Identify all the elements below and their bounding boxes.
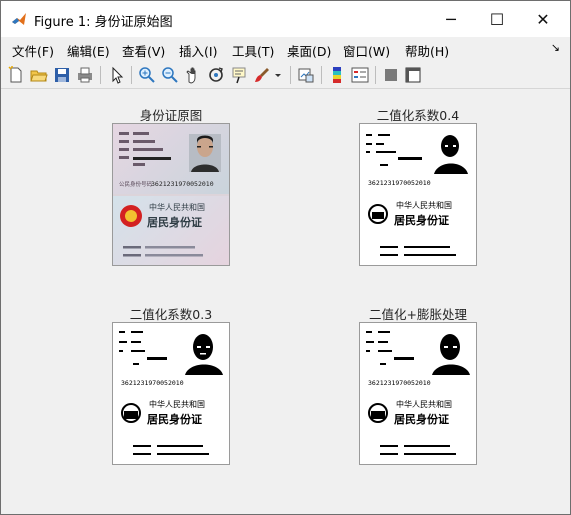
figure-toolbar bbox=[1, 61, 570, 89]
menu-overflow-arrow[interactable]: ↘ bbox=[551, 41, 560, 54]
svg-text:中华人民共和国: 中华人民共和国 bbox=[149, 399, 205, 409]
subplot-title-binary-04: 二值化系数0.4 bbox=[376, 108, 460, 123]
menu-desktop[interactable]: 桌面(D) bbox=[287, 41, 331, 60]
svg-text:中华人民共和国: 中华人民共和国 bbox=[149, 202, 205, 212]
maximize-button[interactable]: ☐ bbox=[474, 1, 520, 37]
subplot-title-dilated: 二值化+膨胀处理 bbox=[369, 307, 467, 322]
title-bar[interactable]: Figure 1: 身份证原始图 ─ ☐ ✕ bbox=[1, 1, 570, 37]
subplot-dilated-image[interactable]: 3621231970052010 中华人民共和国 居民身份证 bbox=[359, 322, 477, 465]
zoom-out-icon[interactable] bbox=[161, 66, 179, 84]
toolbar-separator bbox=[321, 66, 322, 84]
svg-text:3621231970052010: 3621231970052010 bbox=[368, 179, 431, 187]
svg-text:中华人民共和国: 中华人民共和国 bbox=[396, 399, 452, 409]
menu-help[interactable]: 帮助(H) bbox=[405, 41, 449, 60]
id-card-back-dilated: 中华人民共和国 居民身份证 bbox=[360, 395, 476, 464]
subplot-binary-04-image[interactable]: 3621231970052010 中华人民共和国 居民身份证 bbox=[359, 123, 477, 266]
svg-text:3621231970052010: 3621231970052010 bbox=[121, 379, 184, 387]
svg-text:中华人民共和国: 中华人民共和国 bbox=[396, 200, 452, 210]
legend-icon[interactable] bbox=[351, 66, 369, 84]
menu-edit[interactable]: 编辑(E) bbox=[67, 41, 110, 60]
menu-tools[interactable]: 工具(T) bbox=[232, 41, 274, 60]
data-cursor-icon[interactable] bbox=[230, 66, 248, 84]
subplot-title-binary-03: 二值化系数0.3 bbox=[129, 307, 213, 322]
minimize-button[interactable]: ─ bbox=[428, 1, 474, 37]
id-card-front-dilated: 3621231970052010 bbox=[360, 323, 476, 393]
brush-icon[interactable] bbox=[253, 66, 271, 84]
open-file-icon[interactable] bbox=[30, 66, 48, 84]
svg-text:居民身份证: 居民身份证 bbox=[147, 215, 202, 229]
menu-window[interactable]: 窗口(W) bbox=[343, 41, 390, 60]
id-card-back-binary: 中华人民共和国 居民身份证 bbox=[113, 395, 229, 464]
pan-icon[interactable] bbox=[184, 66, 202, 84]
figure-window: Figure 1: 身份证原始图 ─ ☐ ✕ 文件(F) 编辑(E) 查看(V)… bbox=[0, 0, 571, 515]
window-title: Figure 1: 身份证原始图 bbox=[34, 15, 173, 30]
id-card-front-binary: 3621231970052010 bbox=[360, 124, 476, 194]
toolbar-separator bbox=[131, 66, 132, 84]
id-card-back-binary: 中华人民共和国 居民身份证 bbox=[360, 196, 476, 265]
toolbar-separator bbox=[290, 66, 291, 84]
menu-bar: 文件(F) 编辑(E) 查看(V) 插入(I) 工具(T) 桌面(D) 窗口(W… bbox=[1, 37, 570, 60]
close-button[interactable]: ✕ bbox=[520, 1, 566, 37]
menu-file[interactable]: 文件(F) bbox=[12, 41, 54, 60]
svg-text:3621231970052010: 3621231970052010 bbox=[151, 180, 214, 188]
toolbar-separator bbox=[375, 66, 376, 84]
toolbar-separator bbox=[100, 66, 101, 84]
subplot-title-original: 身份证原图 bbox=[139, 108, 203, 123]
zoom-in-icon[interactable] bbox=[138, 66, 156, 84]
save-icon[interactable] bbox=[53, 66, 71, 84]
id-card-front: 公民身份号码 3621231970052010 bbox=[113, 124, 229, 194]
pointer-icon[interactable] bbox=[108, 66, 126, 84]
show-plot-tools-icon[interactable] bbox=[404, 66, 422, 84]
subplot-original-image[interactable]: 公民身份号码 3621231970052010 中华人民共和国 居民身份证 bbox=[112, 123, 230, 266]
subplot-binary-03-image[interactable]: 3621231970052010 中华人民共和国 居民身份证 bbox=[112, 322, 230, 465]
hide-plot-tools-icon[interactable] bbox=[382, 66, 400, 84]
link-plot-icon[interactable] bbox=[297, 66, 315, 84]
svg-text:居民身份证: 居民身份证 bbox=[394, 412, 449, 426]
matlab-icon bbox=[11, 11, 27, 27]
rotate-3d-icon[interactable] bbox=[207, 66, 225, 84]
svg-text:公民身份号码: 公民身份号码 bbox=[119, 180, 153, 188]
brush-dropdown-icon[interactable] bbox=[273, 66, 283, 84]
id-card-front-binary: 3621231970052010 bbox=[113, 323, 229, 393]
menu-insert[interactable]: 插入(I) bbox=[179, 41, 217, 60]
svg-text:居民身份证: 居民身份证 bbox=[147, 412, 202, 426]
print-icon[interactable] bbox=[76, 66, 94, 84]
colorbar-icon[interactable] bbox=[328, 66, 346, 84]
svg-text:居民身份证: 居民身份证 bbox=[394, 213, 449, 227]
id-card-back: 中华人民共和国 居民身份证 bbox=[113, 196, 229, 265]
new-figure-icon[interactable] bbox=[7, 66, 25, 84]
svg-text:3621231970052010: 3621231970052010 bbox=[368, 379, 431, 387]
menu-view[interactable]: 查看(V) bbox=[122, 41, 165, 60]
